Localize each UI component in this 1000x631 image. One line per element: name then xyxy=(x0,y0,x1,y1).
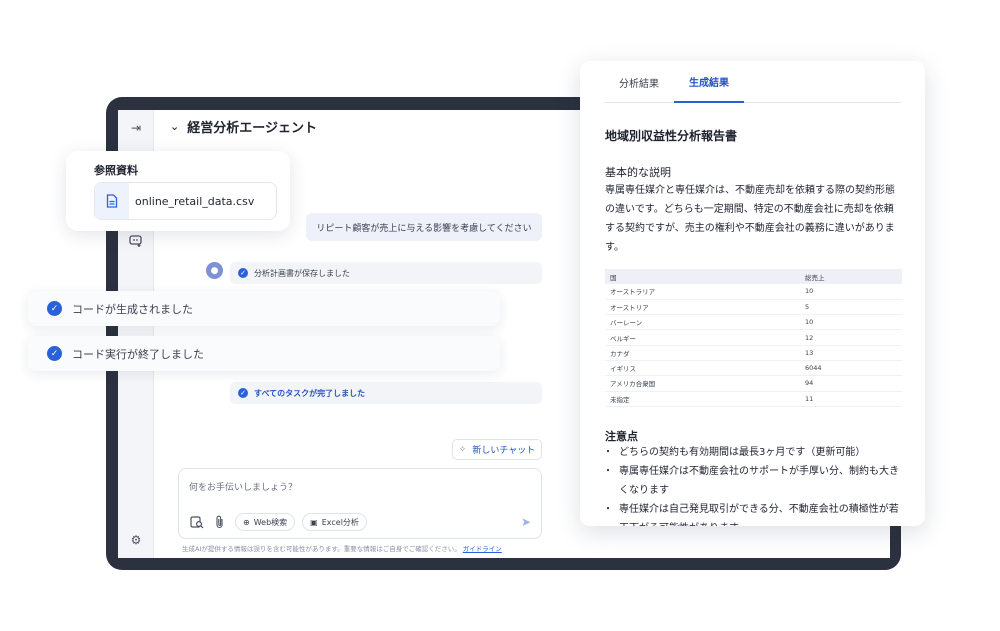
new-chat-button[interactable]: ✧ 新しいチャット xyxy=(452,439,542,460)
report-body: 専属専任媒介と専任媒介は、不動産売却を依頼する際の契約形態の違いです。どちらも一… xyxy=(605,185,895,253)
table-cell: 10 xyxy=(800,284,902,300)
table-row: アメリカ合衆国 94 xyxy=(605,375,902,392)
table-cell: イギリス xyxy=(605,360,800,377)
status-code-executed: ✓ コード実行が終了しました xyxy=(28,336,500,371)
status-code-generated: ✓ コードが生成されました xyxy=(28,291,500,326)
status-all-done: ✓ すべてのタスクが完了しました xyxy=(230,382,542,404)
excel-label: Excel分析 xyxy=(321,517,359,527)
table-cell: 94 xyxy=(800,375,902,392)
user-message: リピート顧客が売上に与える影響を考慮してください xyxy=(306,213,542,241)
chat-composer[interactable]: 何をお手伝いしましょう？ ⊕ Web検索 ▣ Excel分析 ➤ xyxy=(178,468,542,539)
bot-avatar-icon: ● xyxy=(206,262,223,279)
column-header: 総売上 xyxy=(800,269,902,284)
disclaimer-text: 生成AIが提供する情報は誤りを含む可能性があります。重要な情報はご自身でご確認く… xyxy=(182,545,461,553)
table-cell: アメリカ合衆国 xyxy=(605,375,800,392)
composer-tools: ⊕ Web検索 ▣ Excel分析 xyxy=(189,513,367,531)
globe-icon: ⊕ xyxy=(243,517,250,527)
table-cell: 13 xyxy=(800,345,902,361)
table-row: カナダ 13 xyxy=(605,345,902,361)
check-icon: ✓ xyxy=(238,268,248,278)
table-row: オーストリア 5 xyxy=(605,299,902,316)
agent-title-label: 経営分析エージェント xyxy=(187,121,317,136)
reference-title: 参照資料 xyxy=(94,164,138,177)
status-saved: ✓ 分析計画書が保存しました xyxy=(230,262,542,284)
table-row: 未指定 11 xyxy=(605,391,902,407)
table-row: バーレーン 10 xyxy=(605,314,902,331)
table-cell: 11 xyxy=(800,391,902,407)
check-icon: ✓ xyxy=(47,301,62,316)
table-cell: 未指定 xyxy=(605,391,800,407)
sales-table: 国 総売上 オーストラリア 10 オーストリア 5 バーレーン 10 ベルギー 12 カ… xyxy=(605,269,902,407)
report-title: 地域別収益性分析報告書 xyxy=(605,129,738,143)
document-icon xyxy=(95,183,129,219)
status-all-done-label: すべてのタスクが完了しました xyxy=(254,388,366,398)
section-heading: 基本的な説明 xyxy=(605,166,671,179)
reference-card: 参照資料 online_retail_data.csv xyxy=(66,151,290,231)
collapse-sidebar-icon[interactable]: ⇥ xyxy=(127,119,145,137)
table-cell: 10 xyxy=(800,314,902,331)
table-cell: ベルギー xyxy=(605,329,800,346)
table-cell: 5 xyxy=(800,299,902,316)
check-icon: ✓ xyxy=(47,346,62,361)
list-item: どちらの契約も有効期間は最長3ヶ月です（更新可能） xyxy=(603,443,902,462)
table-row: ベルギー 12 xyxy=(605,329,902,346)
attach-icon[interactable] xyxy=(212,514,228,530)
file-search-icon[interactable] xyxy=(189,514,205,530)
table-cell: カナダ xyxy=(605,345,800,361)
file-name: online_retail_data.csv xyxy=(135,194,255,208)
web-search-label: Web検索 xyxy=(253,517,288,527)
table-cell: オーストリア xyxy=(605,299,800,316)
column-header: 国 xyxy=(605,269,800,284)
list-item: 専属専任媒介は不動産会社のサポートが手厚い分、制約も大きくなります xyxy=(603,462,902,500)
reference-file[interactable]: online_retail_data.csv xyxy=(94,182,277,220)
table-cell: オーストラリア xyxy=(605,284,800,300)
status-code-executed-label: コード実行が終了しました xyxy=(72,347,204,361)
notes-list: どちらの契約も有効期間は最長3ヶ月です（更新可能） 専属専任媒介は不動産会社のサ… xyxy=(603,443,902,526)
table-header-row: 国 総売上 xyxy=(605,269,902,284)
table-cell: 12 xyxy=(800,329,902,346)
table-cell: 6044 xyxy=(800,360,902,377)
web-search-chip[interactable]: ⊕ Web検索 xyxy=(235,513,296,531)
list-item: 専任媒介は自己発見取引ができる分、不動産会社の積極性が若干下がる可能性があります xyxy=(603,500,902,526)
disclaimer: 生成AIが提供する情報は誤りを含む可能性があります。重要な情報はご自身でご確認く… xyxy=(182,543,502,553)
status-saved-label: 分析計画書が保存しました xyxy=(254,268,350,278)
excel-icon: ▣ xyxy=(310,517,318,527)
tab-generated-result[interactable]: 生成結果 xyxy=(674,61,744,103)
table-row: イギリス 6044 xyxy=(605,360,902,377)
composer-input[interactable]: 何をお手伝いしましょう？ xyxy=(189,480,297,493)
report-panel: 分析結果 生成結果 地域別収益性分析報告書 基本的な説明 専属専任媒介と専任媒介… xyxy=(580,61,925,526)
table-cell: バーレーン xyxy=(605,314,800,331)
settings-icon[interactable]: ⚙ xyxy=(127,531,145,549)
sparkle-icon: ✧ xyxy=(458,444,467,455)
send-icon[interactable]: ➤ xyxy=(521,515,531,529)
status-code-generated-label: コードが生成されました xyxy=(72,302,193,316)
tab-analysis-result[interactable]: 分析結果 xyxy=(604,61,674,103)
table-row: オーストラリア 10 xyxy=(605,284,902,300)
new-chat-icon[interactable] xyxy=(127,232,145,250)
excel-analysis-chip[interactable]: ▣ Excel分析 xyxy=(302,513,367,531)
chevron-down-icon: ⌄ xyxy=(170,120,180,133)
notes-heading: 注意点 xyxy=(605,430,638,443)
guideline-link[interactable]: ガイドライン xyxy=(463,545,502,553)
new-chat-label: 新しいチャット xyxy=(472,446,536,456)
check-icon: ✓ xyxy=(238,388,248,398)
agent-title[interactable]: ⌄ 経営分析エージェント xyxy=(170,117,317,136)
panel-tabs: 分析結果 生成結果 xyxy=(604,61,901,103)
